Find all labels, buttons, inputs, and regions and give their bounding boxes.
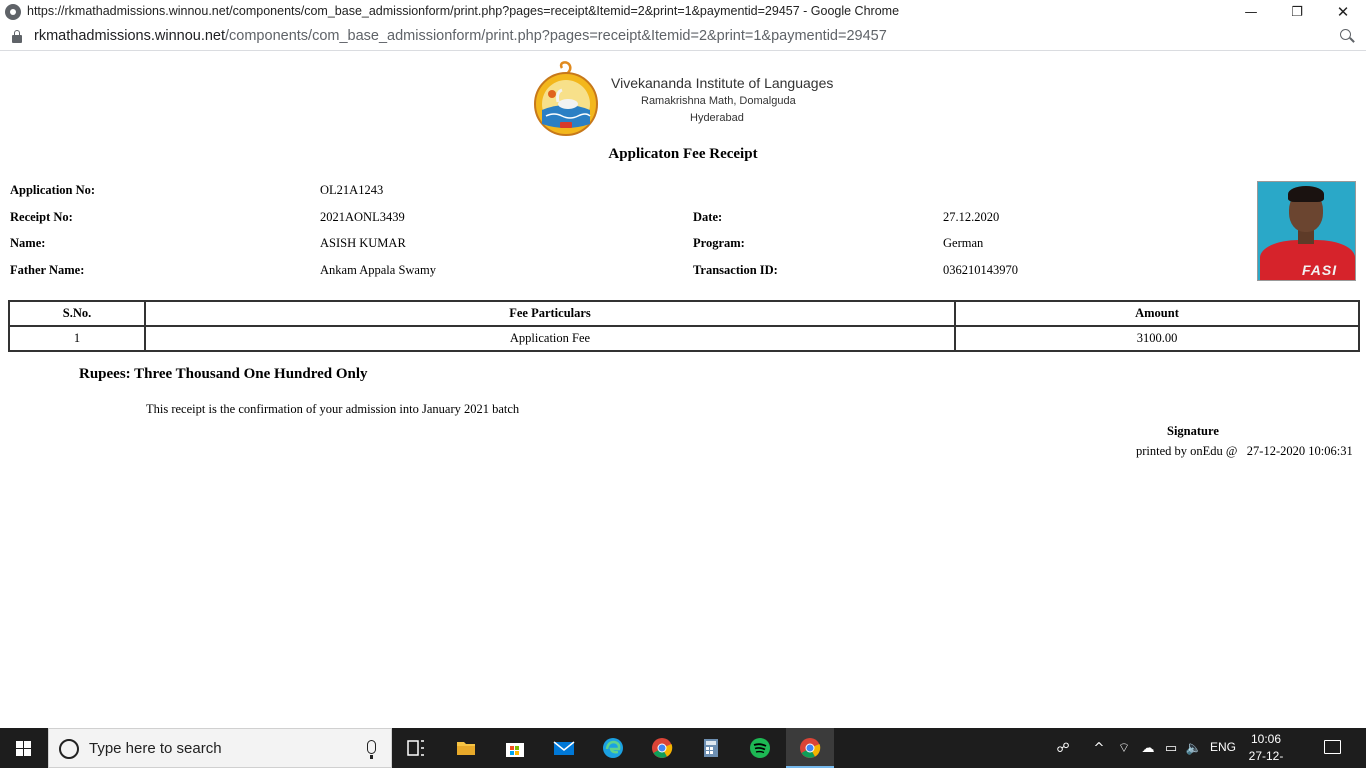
- fee-particular: Application Fee: [144, 325, 956, 352]
- father-name-label: Father Name:: [10, 263, 85, 277]
- window-titlebar: https://rkmathadmissions.winnou.net/comp…: [0, 0, 1366, 24]
- fee-amount: 3100.00: [954, 325, 1360, 352]
- url-path: /components/com_base_admissionform/print…: [225, 28, 887, 44]
- edge-icon: [603, 738, 623, 758]
- chrome-active-button[interactable]: [786, 728, 834, 768]
- volume-icon[interactable]: 🔈: [1184, 728, 1204, 768]
- folder-icon: [457, 742, 475, 755]
- fee-sno: 1: [8, 325, 146, 352]
- taskbar: Type here to search ☍ ^ ⌔ ☁ ▭ 🔈 ENG 10:0…: [0, 728, 1366, 768]
- people-icon[interactable]: ☍: [1052, 728, 1074, 768]
- clock-time: 10:06: [1250, 732, 1282, 746]
- table-row: 1 Application Fee 3100.00: [8, 325, 1360, 352]
- task-view-button[interactable]: [392, 728, 440, 768]
- name-label: Name:: [10, 236, 46, 250]
- transaction-id-label: Transaction ID:: [693, 263, 778, 277]
- mail-button[interactable]: [540, 728, 588, 768]
- zoom-icon[interactable]: [1340, 29, 1356, 45]
- receipt-no-label: Receipt No:: [10, 210, 73, 224]
- institute-address: Ramakrishna Math, Domalguda: [641, 95, 796, 107]
- clock[interactable]: 10:06 27-12-2020: [1240, 731, 1292, 768]
- fee-table-header-row: S.No. Fee Particulars Amount: [8, 300, 1360, 327]
- chrome-button[interactable]: [638, 728, 686, 768]
- language-indicator[interactable]: ENG: [1210, 740, 1236, 754]
- store-button[interactable]: [491, 728, 539, 768]
- url-host: rkmathadmissions.winnou.net: [34, 28, 226, 44]
- chrome-icon: [800, 738, 821, 758]
- calculator-button[interactable]: [687, 728, 735, 768]
- window-title: https://rkmathadmissions.winnou.net/comp…: [27, 4, 900, 18]
- printed-by-stamp: printed by onEdu @ 27-12-2020 10:06:31: [1136, 444, 1353, 458]
- applicant-photo: FASI: [1257, 181, 1356, 281]
- search-icon: [59, 739, 79, 759]
- confirmation-note: This receipt is the confirmation of your…: [146, 402, 520, 416]
- application-no-value: OL21A1243: [320, 183, 384, 197]
- chrome-icon: [5, 4, 21, 20]
- signature-label: Signature: [1167, 424, 1219, 438]
- program-label: Program:: [693, 236, 745, 250]
- close-button[interactable]: ✕: [1320, 0, 1366, 24]
- url-text[interactable]: rkmathadmissions.winnou.net/components/c…: [34, 28, 887, 44]
- calculator-icon: [704, 739, 718, 757]
- spotify-icon: [750, 738, 770, 758]
- date-value: 27.12.2020: [943, 210, 1000, 224]
- start-button[interactable]: [0, 728, 48, 768]
- edge-button[interactable]: [589, 728, 637, 768]
- amount-in-words: Rupees: Three Thousand One Hundred Only: [79, 366, 368, 382]
- photo-shirt-text: FASI: [1302, 262, 1338, 278]
- spotify-button[interactable]: [736, 728, 784, 768]
- search-placeholder: Type here to search: [89, 740, 222, 757]
- battery-icon[interactable]: ▭: [1161, 728, 1181, 768]
- col-amount-header: Amount: [954, 300, 1360, 327]
- address-bar[interactable]: rkmathadmissions.winnou.net/components/c…: [0, 24, 1366, 51]
- lock-icon[interactable]: [12, 30, 22, 43]
- receipt-no-value: 2021AONL3439: [320, 210, 405, 224]
- minimize-button[interactable]: —: [1228, 0, 1274, 24]
- application-no-label: Application No:: [10, 183, 96, 197]
- receipt-title: Applicaton Fee Receipt: [608, 146, 758, 162]
- notification-icon[interactable]: [1324, 740, 1341, 754]
- institute-name: Vivekananda Institute of Languages: [611, 75, 834, 91]
- onedrive-icon[interactable]: ☁: [1138, 728, 1158, 768]
- mail-icon: [553, 741, 575, 755]
- institute-logo: [534, 61, 598, 136]
- institute-header: Vivekananda Institute of Languages Ramak…: [532, 60, 842, 140]
- chevron-up-icon[interactable]: ^: [1090, 728, 1108, 768]
- wifi-icon[interactable]: ⌔: [1114, 728, 1134, 768]
- name-value: ASISH KUMAR: [320, 236, 406, 250]
- microphone-icon[interactable]: [367, 740, 376, 754]
- fee-table: S.No. Fee Particulars Amount 1 Applicati…: [8, 300, 1360, 352]
- program-value: German: [943, 236, 984, 250]
- col-particulars-header: Fee Particulars: [144, 300, 956, 327]
- file-explorer-button[interactable]: [442, 728, 490, 768]
- date-label: Date:: [693, 210, 723, 224]
- restore-button[interactable]: ❐: [1274, 0, 1320, 24]
- task-view-icon: [407, 740, 424, 756]
- taskbar-search[interactable]: Type here to search: [48, 728, 392, 768]
- store-icon: [506, 743, 524, 757]
- father-name-value: Ankam Appala Swamy: [320, 263, 436, 277]
- clock-date: 27-12-2020: [1248, 749, 1284, 768]
- transaction-id-value: 036210143970: [943, 263, 1018, 277]
- chrome-icon: [652, 738, 673, 758]
- institute-city: Hyderabad: [690, 112, 744, 124]
- col-sno-header: S.No.: [8, 300, 146, 327]
